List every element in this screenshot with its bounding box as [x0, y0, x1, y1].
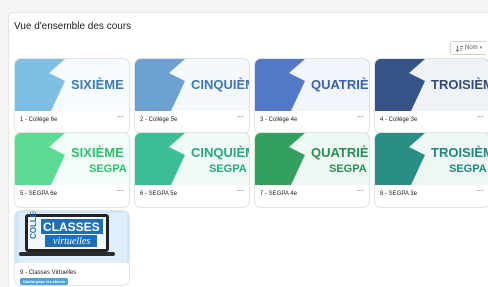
course-actions-menu-icon[interactable]: ···: [357, 186, 364, 195]
virtual-side-label: COLLÈGE: [29, 211, 38, 239]
banner-title: CINQUIÈME: [191, 145, 250, 160]
banner-subtitle: SEGPA: [449, 163, 487, 175]
banner-title: TROISIÈME: [431, 145, 488, 160]
course-thumbnail[interactable]: TROISIÈME: [375, 59, 488, 111]
course-card[interactable]: CINQUIÈME SEGPA 6 - SEGPA 5e ···: [134, 132, 250, 208]
banner-title: TROISIÈME: [431, 77, 488, 92]
course-name[interactable]: 5 - SEGPA 6e: [20, 191, 57, 197]
course-actions-menu-icon[interactable]: ···: [477, 186, 484, 195]
course-thumbnail[interactable]: SIXIÈME: [15, 59, 129, 111]
banner-title: QUATRIÈME: [311, 77, 370, 92]
course-thumbnail[interactable]: SIXIÈME SEGPA: [15, 133, 129, 185]
banner-title: SIXIÈME: [71, 145, 124, 160]
course-name[interactable]: 2 - Collège 5e: [140, 117, 177, 123]
course-card[interactable]: SIXIÈME 1 - Collège 6e ···: [14, 58, 130, 134]
course-actions-menu-icon[interactable]: ···: [237, 112, 244, 121]
course-card[interactable]: TROISIÈME SEGPA 8 - SEGPA 3e ···: [374, 132, 488, 208]
course-card-virtual[interactable]: COLLÈGE CLASSES virtuelles 9 - Classes V…: [14, 210, 130, 286]
course-thumbnail[interactable]: CINQUIÈME SEGPA: [135, 133, 249, 185]
course-thumbnail[interactable]: QUATRIÈME SEGPA: [255, 133, 369, 185]
course-thumbnail[interactable]: QUATRIÈME: [255, 59, 369, 111]
banner-subtitle: SEGPA: [89, 163, 127, 175]
course-name[interactable]: 8 - SEGPA 3e: [380, 191, 417, 197]
course-card[interactable]: QUATRIÈME 3 - Collège 4e ···: [254, 58, 370, 134]
course-card[interactable]: QUATRIÈME SEGPA 7 - SEGPA 4e ···: [254, 132, 370, 208]
course-name[interactable]: 1 - Collège 6e: [20, 117, 57, 123]
course-name[interactable]: 9 - Classes Virtuelles: [20, 270, 76, 276]
sort-icon: [456, 45, 463, 52]
course-card[interactable]: TROISIÈME 4 - Collège 3e ···: [374, 58, 488, 134]
course-actions-menu-icon[interactable]: ···: [237, 186, 244, 195]
banner-title: SIXIÈME: [71, 77, 124, 92]
course-name[interactable]: 4 - Collège 3e: [380, 117, 417, 123]
sort-label: Nom: [465, 45, 478, 51]
virtual-title-line1: CLASSES: [43, 220, 100, 234]
course-card[interactable]: SIXIÈME SEGPA 5 - SEGPA 6e ···: [14, 132, 130, 208]
virtual-title-line2: virtuelles: [53, 236, 90, 247]
sort-dropdown[interactable]: Nom ▾: [450, 41, 486, 55]
banner-subtitle: SEGPA: [209, 163, 247, 175]
course-actions-menu-icon[interactable]: ···: [357, 112, 364, 121]
course-name[interactable]: 7 - SEGPA 4e: [260, 191, 297, 197]
course-thumbnail[interactable]: CINQUIÈME: [135, 59, 249, 111]
course-actions-menu-icon[interactable]: ···: [477, 112, 484, 121]
chevron-down-icon: ▾: [479, 45, 483, 51]
course-thumbnail[interactable]: COLLÈGE CLASSES virtuelles: [15, 211, 129, 263]
course-card[interactable]: CINQUIÈME 2 - Collège 5e ···: [134, 58, 250, 134]
hidden-from-students-badge: Caché pour les élèves: [20, 278, 69, 285]
course-actions-menu-icon[interactable]: ···: [117, 186, 124, 195]
banner-subtitle: SEGPA: [329, 163, 367, 175]
page-title: Vue d'ensemble des cours: [14, 21, 132, 32]
banner-title: CINQUIÈME: [191, 77, 250, 92]
course-name[interactable]: 6 - SEGPA 5e: [140, 191, 177, 197]
banner-title: QUATRIÈME: [311, 145, 370, 160]
course-name[interactable]: 3 - Collège 4e: [260, 117, 297, 123]
course-actions-menu-icon[interactable]: ···: [117, 112, 124, 121]
course-thumbnail[interactable]: TROISIÈME SEGPA: [375, 133, 488, 185]
